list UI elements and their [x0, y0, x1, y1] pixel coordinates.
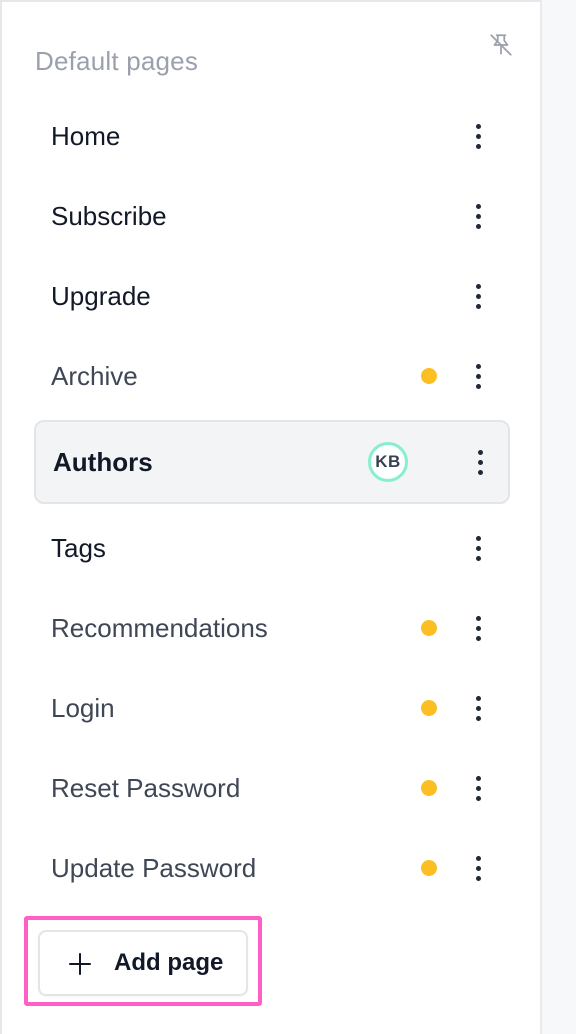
more-options-icon[interactable]	[466, 196, 490, 236]
draft-status-dot	[421, 620, 437, 636]
pages-sidebar: Default pages Home Subscribe Upgrade Arc…	[0, 0, 540, 1034]
pages-list: Home Subscribe Upgrade Archive Authors K…	[34, 96, 510, 908]
add-page-button[interactable]: Add page	[38, 930, 248, 996]
section-title: Default pages	[35, 46, 199, 76]
page-item-update-password[interactable]: Update Password	[34, 828, 510, 908]
page-item-login[interactable]: Login	[34, 668, 510, 748]
page-item-subscribe[interactable]: Subscribe	[34, 176, 510, 256]
pin-off-icon[interactable]	[488, 32, 514, 58]
plus-icon	[69, 953, 91, 975]
page-item-home[interactable]: Home	[34, 96, 510, 176]
draft-status-dot	[421, 780, 437, 796]
more-options-icon[interactable]	[466, 768, 490, 808]
draft-status-dot	[421, 368, 437, 384]
page-item-tags[interactable]: Tags	[34, 508, 510, 588]
page-item-upgrade[interactable]: Upgrade	[34, 256, 510, 336]
draft-status-dot	[421, 700, 437, 716]
more-options-icon[interactable]	[466, 688, 490, 728]
page-label: Authors	[53, 446, 153, 477]
page-label: Upgrade	[51, 280, 151, 311]
add-page-label: Add page	[114, 949, 224, 976]
page-label: Archive	[51, 360, 138, 391]
page-item-reset-password[interactable]: Reset Password	[34, 748, 510, 828]
page-label: Tags	[51, 532, 106, 563]
page-label: Subscribe	[51, 200, 167, 231]
more-options-icon[interactable]	[466, 528, 490, 568]
page-label: Reset Password	[51, 772, 241, 803]
draft-status-dot	[421, 860, 437, 876]
page-label: Home	[51, 120, 121, 151]
more-options-icon[interactable]	[466, 848, 490, 888]
avatar: KB	[368, 442, 408, 482]
more-options-icon[interactable]	[466, 608, 490, 648]
more-options-icon[interactable]	[466, 276, 490, 316]
page-item-archive[interactable]: Archive	[34, 336, 510, 416]
more-options-icon[interactable]	[468, 442, 492, 482]
page-item-recommendations[interactable]: Recommendations	[34, 588, 510, 668]
page-label: Recommendations	[51, 612, 268, 643]
add-page-highlight: Add page	[24, 916, 262, 1006]
page-label: Update Password	[51, 852, 257, 883]
page-item-authors[interactable]: Authors KB	[34, 420, 510, 504]
page-label: Login	[51, 692, 115, 723]
canvas-panel	[540, 0, 576, 1034]
more-options-icon[interactable]	[466, 116, 490, 156]
more-options-icon[interactable]	[466, 356, 490, 396]
